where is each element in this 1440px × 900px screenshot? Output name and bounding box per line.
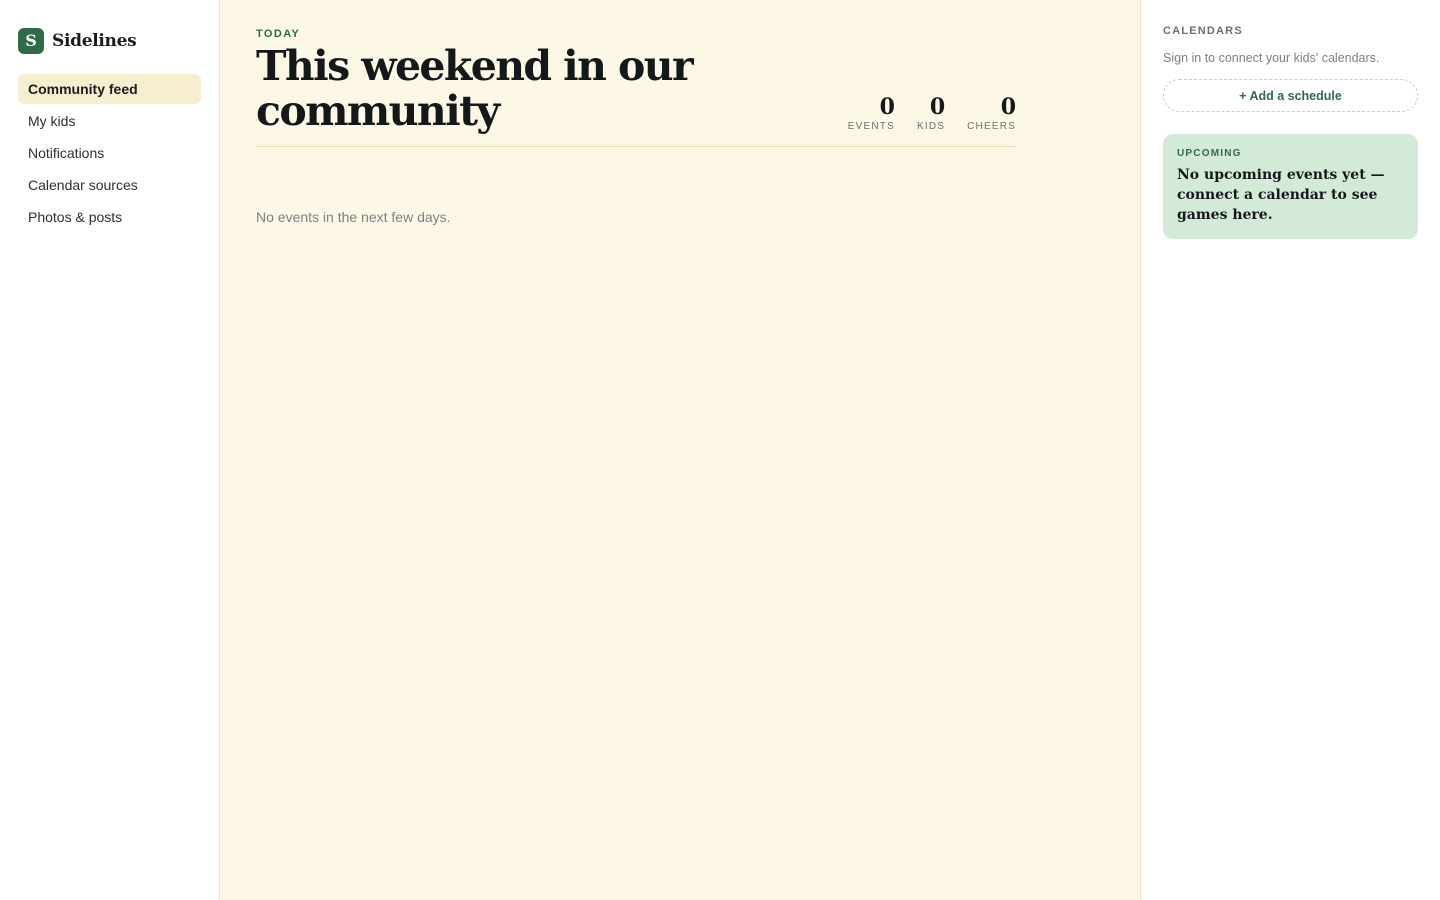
- empty-events-message: No events in the next few days.: [256, 209, 451, 225]
- sidebar-item-community-feed[interactable]: Community feed: [18, 74, 201, 104]
- add-schedule-button[interactable]: + Add a schedule: [1163, 79, 1418, 112]
- stats-summary: 0 EVENTS 0 KIDS 0 CHEERS: [848, 95, 1016, 134]
- upcoming-message: No upcoming events yet — connect a calen…: [1177, 167, 1385, 223]
- calendars-section-label: CALENDARS: [1163, 25, 1243, 37]
- sidebar-nav: Community feed My kids Notifications Cal…: [18, 74, 201, 232]
- page-header: This weekend in our community 0 EVENTS 0…: [256, 44, 1016, 147]
- sidebar: S Sidelines Community feed My kids Notif…: [0, 0, 220, 900]
- stat-events: 0 EVENTS: [848, 95, 895, 132]
- stat-label: EVENTS: [847, 121, 895, 132]
- sidebar-item-label: Photos & posts: [28, 209, 123, 225]
- sidebar-item-label: Notifications: [28, 145, 105, 161]
- sidebar-item-label: My kids: [28, 113, 76, 129]
- date-eyebrow: TODAY: [256, 28, 301, 40]
- sidebar-item-photos-posts[interactable]: Photos & posts: [18, 202, 201, 232]
- main-content: TODAY This weekend in our community 0 EV…: [220, 0, 1141, 900]
- sidebar-item-my-kids[interactable]: My kids: [18, 106, 201, 136]
- brand-logo-icon: S: [18, 27, 44, 54]
- upcoming-label: UPCOMING: [1177, 148, 1242, 159]
- upcoming-card: UPCOMING No upcoming events yet — connec…: [1163, 134, 1418, 239]
- right-panel: CALENDARS Sign in to connect your kids' …: [1141, 0, 1440, 900]
- sidebar-item-notifications[interactable]: Notifications: [18, 138, 201, 168]
- stat-label: CHEERS: [967, 121, 1016, 132]
- calendars-hint: Sign in to connect your kids' calendars.: [1163, 51, 1380, 65]
- stat-value: 0: [929, 94, 946, 120]
- stat-value: 0: [1000, 94, 1016, 120]
- page-title: This weekend in our community: [256, 42, 694, 135]
- stat-label: KIDS: [916, 121, 946, 132]
- sidebar-item-calendar-sources[interactable]: Calendar sources: [18, 170, 201, 200]
- brand[interactable]: S Sidelines: [18, 27, 201, 54]
- sidebar-item-label: Calendar sources: [28, 177, 138, 193]
- app-shell: S Sidelines Community feed My kids Notif…: [0, 0, 1440, 900]
- stat-kids: 0 KIDS: [917, 95, 945, 132]
- brand-name: Sidelines: [52, 30, 137, 51]
- sidebar-item-label: Community feed: [28, 81, 138, 97]
- stat-cheers: 0 CHEERS: [967, 95, 1016, 132]
- stat-value: 0: [879, 94, 895, 120]
